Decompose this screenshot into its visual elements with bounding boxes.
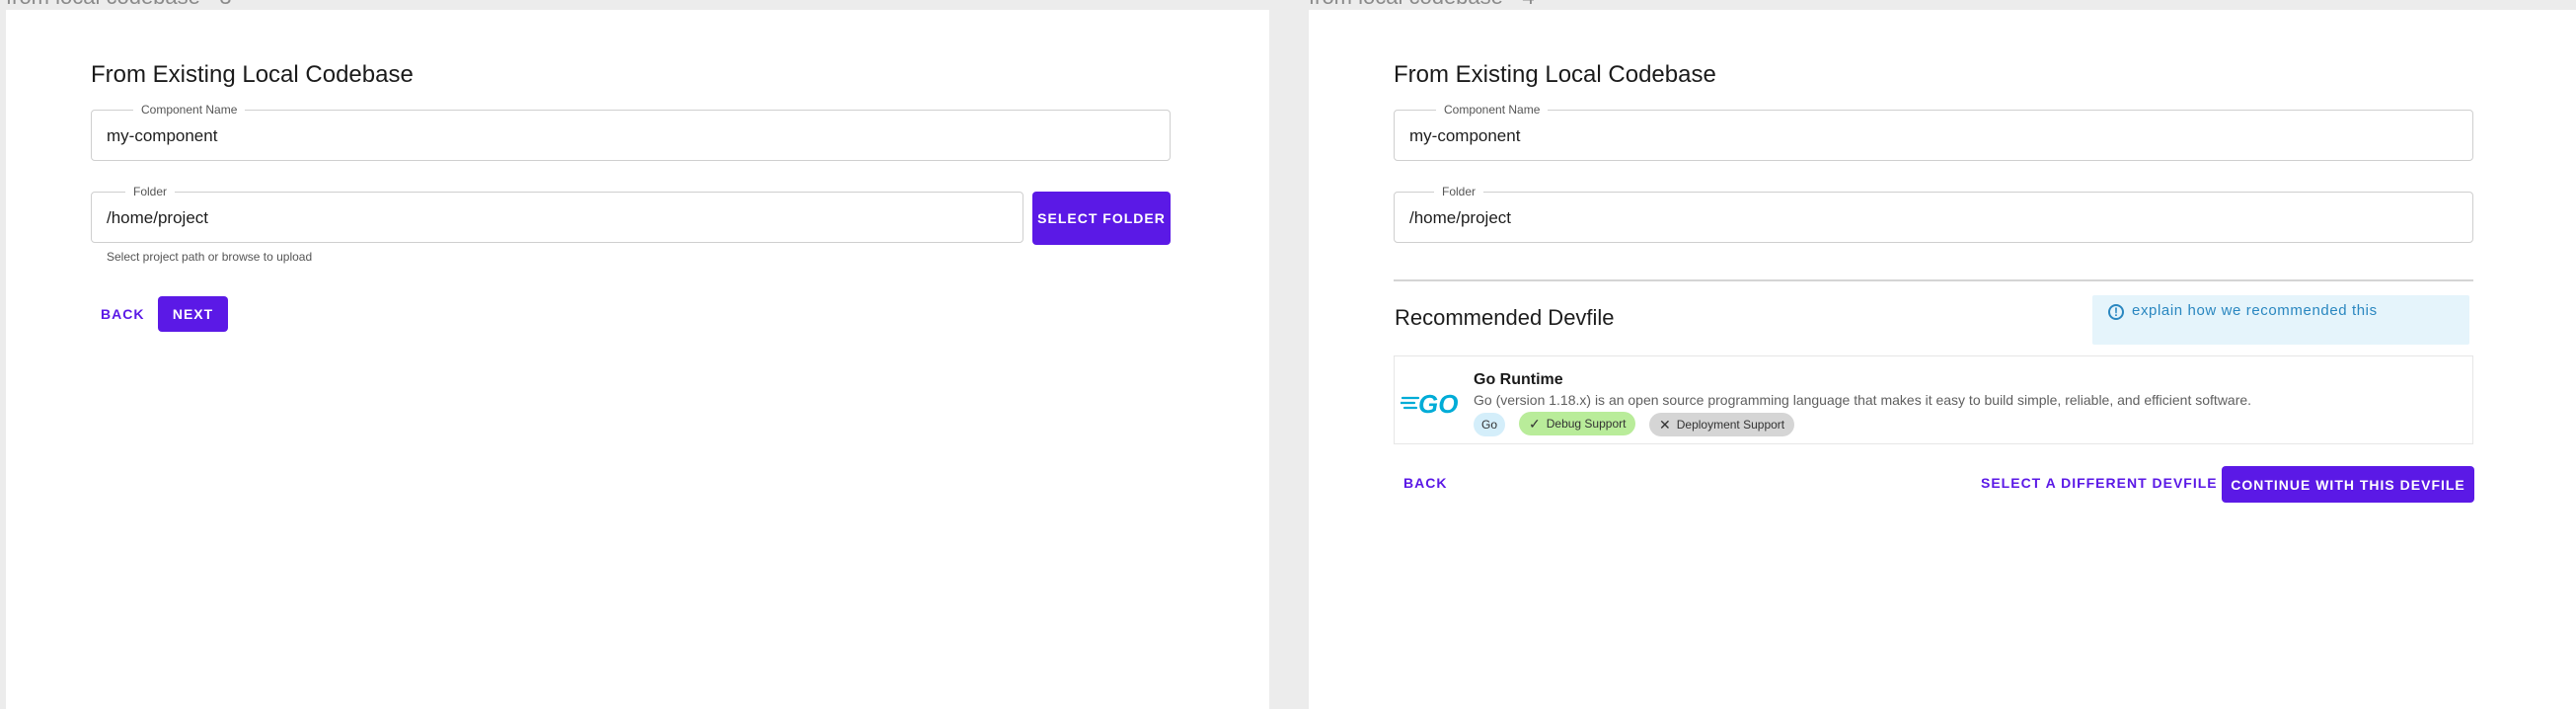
devfile-name: Go Runtime: [1474, 371, 1563, 388]
deployment-support-chip: ✕ Deployment Support: [1649, 413, 1795, 436]
continue-with-devfile-button[interactable]: CONTINUE WITH THIS DEVFILE: [2222, 466, 2474, 503]
recommendation-info-link[interactable]: explain how we recommended this: [2132, 302, 2378, 319]
component-name-value[interactable]: my-component: [1409, 126, 1520, 146]
folder-label: Folder: [1434, 184, 1484, 199]
component-name-field[interactable]: Component Name my-component: [91, 102, 1171, 161]
info-circle-icon: !: [2108, 304, 2124, 320]
folder-value[interactable]: /home/project: [107, 208, 208, 228]
go-logo-text: GO: [1418, 389, 1458, 419]
left-panel-top-label: from local codebase - 3: [6, 0, 232, 10]
folder-value[interactable]: /home/project: [1409, 208, 1511, 228]
folder-label: Folder: [125, 184, 176, 199]
folder-field[interactable]: Folder /home/project: [91, 184, 1023, 243]
component-name-value[interactable]: my-component: [107, 126, 217, 146]
deployment-support-label: Deployment Support: [1676, 418, 1785, 432]
debug-support-label: Debug Support: [1546, 417, 1627, 431]
right-panel-top-label: from local codebase - 4: [1309, 0, 1535, 10]
select-different-devfile-button[interactable]: SELECT A DIFFERENT DEVFILE: [1981, 475, 2218, 491]
component-name-label: Component Name: [133, 102, 246, 118]
go-tag-chip: Go: [1474, 413, 1506, 436]
page-title: From Existing Local Codebase: [91, 61, 414, 88]
recommended-devfile-title: Recommended Devfile: [1395, 305, 1615, 330]
devfile-card[interactable]: GO Go Runtime Go (version 1.18.x) is an …: [1394, 355, 2473, 444]
right-panel: From Existing Local Codebase Component N…: [1309, 10, 2576, 709]
folder-helper-text: Select project path or browse to upload: [107, 250, 313, 264]
section-divider: [1394, 279, 2473, 281]
back-button[interactable]: BACK: [101, 306, 144, 322]
go-tag-label: Go: [1481, 418, 1498, 432]
check-icon: ✓: [1529, 415, 1541, 432]
go-logo-icon: GO: [1401, 389, 1458, 419]
component-name-label: Component Name: [1436, 102, 1549, 118]
close-icon: ✕: [1659, 416, 1671, 433]
component-name-field[interactable]: Component Name my-component: [1394, 102, 2473, 161]
page-title: From Existing Local Codebase: [1394, 61, 1716, 88]
debug-support-chip: ✓ Debug Support: [1519, 412, 1636, 435]
devfile-description: Go (version 1.18.x) is an open source pr…: [1474, 392, 2252, 408]
folder-field[interactable]: Folder /home/project: [1394, 184, 2473, 243]
select-folder-button[interactable]: SELECT FOLDER: [1032, 192, 1171, 245]
recommendation-info-box: ! explain how we recommended this: [2092, 295, 2469, 345]
back-button[interactable]: BACK: [1403, 475, 1447, 491]
left-panel: From Existing Local Codebase Component N…: [6, 10, 1269, 709]
next-button[interactable]: NEXT: [158, 296, 228, 332]
